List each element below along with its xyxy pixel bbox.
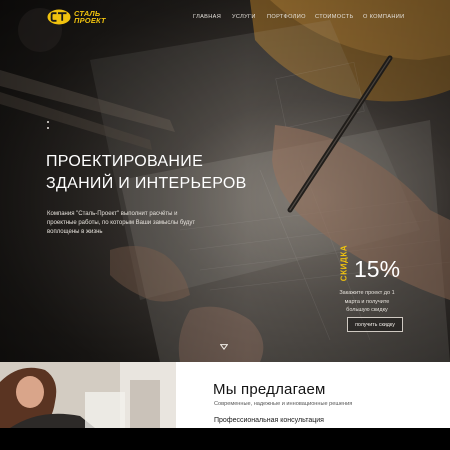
site-header: Сталь Проект Главная Услуги Портфолио Ст… bbox=[0, 0, 450, 36]
hero-title: Проектирование зданий и интерьеров bbox=[46, 151, 247, 195]
nav-item-portfolio[interactable]: Портфолио bbox=[267, 14, 315, 20]
nav-item-about[interactable]: О компании bbox=[363, 14, 404, 20]
discount-badge: Скидка bbox=[338, 240, 350, 286]
slider-dots bbox=[47, 121, 49, 133]
offer-title: Мы предлагаем bbox=[213, 381, 326, 398]
get-discount-button[interactable]: получить скидку bbox=[347, 317, 403, 332]
offer-subtitle: Современные, надежные и инновационные ре… bbox=[214, 401, 353, 407]
chevron-down-icon[interactable] bbox=[220, 344, 228, 350]
offer-photo bbox=[0, 362, 176, 428]
hero-title-line-1: Проектирование bbox=[46, 153, 204, 170]
nav-item-pricing[interactable]: Стоимость bbox=[315, 14, 363, 20]
nav-item-home[interactable]: Главная bbox=[193, 14, 232, 20]
offer-section: Мы предлагаем Современные, надежные и ин… bbox=[0, 362, 450, 428]
logo[interactable]: Сталь Проект bbox=[47, 9, 106, 25]
offer-photo-image bbox=[0, 362, 176, 428]
slider-dot[interactable] bbox=[47, 121, 49, 123]
main-nav: Главная Услуги Портфолио Стоимость О ком… bbox=[193, 14, 404, 20]
discount-note: Закажите проект до 1 марта и получите бо… bbox=[339, 290, 395, 313]
logo-text: Сталь Проект bbox=[74, 9, 106, 25]
discount-percent: 15% bbox=[354, 256, 401, 282]
logo-line-2: Проект bbox=[74, 16, 106, 25]
slider-dot[interactable] bbox=[47, 127, 49, 129]
logo-mark-icon bbox=[47, 9, 71, 25]
bottom-bar bbox=[0, 428, 450, 450]
nav-item-services[interactable]: Услуги bbox=[232, 14, 267, 20]
discount-badge-label: Скидка bbox=[339, 244, 349, 282]
hero-title-line-2: зданий и интерьеров bbox=[46, 175, 247, 192]
offer-item: Профессиональная консультация bbox=[214, 417, 324, 424]
hero-lead-text: Компания "Сталь-Проект" выполнит расчёты… bbox=[47, 211, 196, 235]
